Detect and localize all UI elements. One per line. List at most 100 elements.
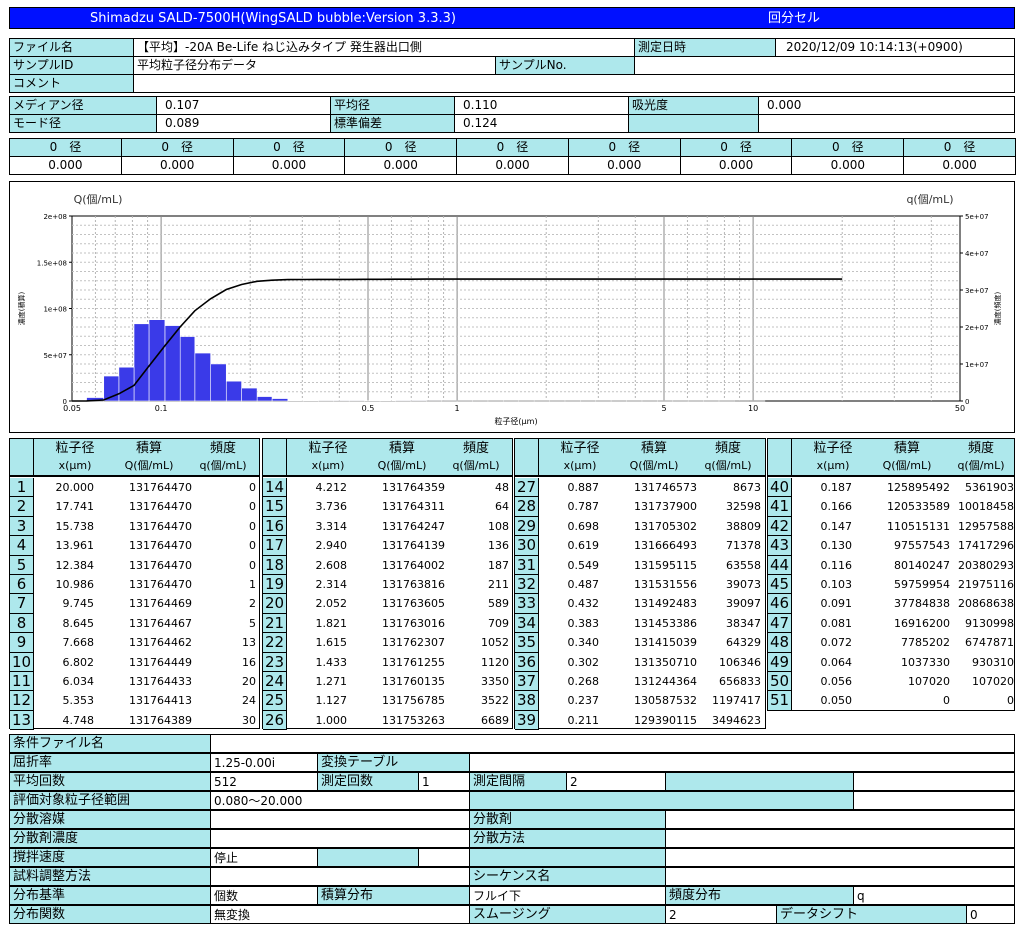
- cell-size: 4.748: [62, 713, 95, 727]
- cell-frequency: 71378: [726, 539, 761, 553]
- cell-frequency: 0: [249, 500, 256, 514]
- row-index: 4: [10, 536, 34, 556]
- blank-value: [758, 114, 1015, 133]
- row-index: 51: [768, 691, 792, 711]
- frequency-bar: [241, 387, 258, 402]
- table-header: 粒子径 積算 頻度 x(μm) Q(個/mL) q(個/mL): [515, 439, 765, 477]
- row-index: 47: [768, 613, 792, 634]
- diameter-value: 0.000: [344, 156, 458, 175]
- cell-frequency: 1052: [481, 636, 509, 650]
- diameter-value: 0.000: [679, 156, 793, 175]
- disp-label: 分散剤: [469, 810, 666, 829]
- sample-adj-value: [210, 867, 470, 886]
- left-tick-label: 2e+08: [43, 213, 67, 221]
- seq-label: シーケンス名: [469, 867, 666, 886]
- cell-size: 6.034: [62, 675, 95, 688]
- table-header: 粒子径 積算 頻度 x(μm) Q(個/mL) q(個/mL): [768, 439, 1014, 477]
- diameter-value: 0.000: [232, 156, 346, 175]
- diameter-header: 0 径: [679, 138, 793, 157]
- row-index: 35: [515, 633, 539, 653]
- diameter-value: 0.000: [9, 156, 122, 175]
- row-index: 33: [515, 594, 539, 614]
- cell-cumulative: 131761255: [382, 655, 445, 669]
- cell-size: 0.787: [567, 500, 600, 514]
- cell-size: 0.211: [567, 713, 600, 727]
- cell-cumulative: 131764139: [382, 539, 445, 553]
- date-value: 2020/12/09 10:14:13(+0900): [775, 38, 1015, 57]
- row-index: 11: [10, 672, 34, 692]
- column-heading: 積算: [640, 441, 667, 456]
- cell-size: 0.050: [820, 694, 853, 708]
- column-heading: 積算: [388, 441, 415, 456]
- cell-size: 0.130: [820, 539, 853, 553]
- cell-size: 0.887: [567, 481, 600, 494]
- column-unit: x(μm): [58, 459, 92, 472]
- cell-size: 3.314: [315, 519, 348, 533]
- column-heading: 頻度: [714, 441, 741, 456]
- cell-cumulative: 131764449: [129, 655, 192, 669]
- row-index: 36: [515, 652, 539, 672]
- sample-id-value: 平均粒子径分布データ: [133, 56, 496, 75]
- refr-label: 屈折率: [9, 753, 211, 772]
- diameter-header: 0 径: [791, 138, 905, 157]
- range-blank-value: [853, 791, 1015, 810]
- right-tick-label: 2e+07: [965, 324, 989, 332]
- frequency-bar: [210, 363, 227, 402]
- file-value: 【平均】-20A Be-Life ねじ込みタイプ 発生器出口側: [133, 38, 635, 57]
- cell-size: 0.302: [567, 655, 600, 669]
- range-value: 0.080～20.000: [210, 791, 470, 810]
- cell-size: 0.056: [820, 675, 853, 688]
- column-unit: Q(個/mL): [124, 459, 174, 472]
- cell-size: 4.212: [315, 481, 348, 494]
- cond-file-value: [210, 734, 1015, 753]
- blank-label: [628, 114, 759, 133]
- row-index: 42: [768, 516, 792, 537]
- median-value: 0.107: [156, 96, 331, 115]
- cell-size: 20.000: [55, 481, 95, 494]
- mean-value: 0.110: [454, 96, 629, 115]
- x-tick-label: 1: [455, 404, 460, 413]
- row-index: 34: [515, 613, 539, 634]
- row-index: 41: [768, 497, 792, 517]
- frequency-bar: [148, 319, 166, 402]
- cell-size: 17.741: [55, 500, 95, 514]
- cell-frequency: 10018458: [958, 500, 1014, 514]
- cell-cumulative: 107020: [908, 675, 950, 688]
- sample-no-value: [634, 56, 1015, 75]
- cell-size: 12.384: [55, 558, 95, 572]
- row-index: 43: [768, 536, 792, 556]
- row-index: 38: [515, 691, 539, 711]
- row-index: 2: [10, 497, 34, 517]
- cell-cumulative: 97557543: [894, 539, 950, 553]
- cell-size: 0.432: [567, 597, 600, 611]
- column-unit: x(μm): [563, 459, 597, 472]
- right-tick-label: 5e+07: [965, 213, 989, 221]
- diameter-value: 0.000: [567, 156, 681, 175]
- cell-frequency: 0: [249, 519, 256, 533]
- column-unit: q(個/mL): [704, 459, 752, 472]
- cell-size: 3.736: [315, 500, 348, 514]
- meas-count-value: 1: [418, 772, 470, 791]
- cell-cumulative: 131763016: [382, 616, 445, 630]
- cell-frequency: 39073: [726, 578, 761, 591]
- cell-frequency: 20380293: [958, 558, 1014, 572]
- cell-size: 0.166: [820, 500, 853, 514]
- row-index: 31: [515, 555, 539, 575]
- column-heading: 粒子径: [55, 441, 95, 456]
- cell-frequency: 12957588: [958, 519, 1014, 533]
- cell-cumulative: 131666493: [634, 539, 697, 553]
- sample-id-label: サンプルID: [9, 56, 134, 75]
- chart-svg: 0.05 0.1 0.5 1 5 10 5005e+071e+081.5e+082e+080…: [17, 193, 1002, 426]
- row-index: 8: [10, 613, 34, 634]
- cell-frequency: 13: [242, 636, 256, 650]
- std-label: 標準偏差: [330, 114, 455, 133]
- avg-count-value: 512: [210, 772, 318, 791]
- cell-size: 0.103: [820, 578, 853, 591]
- cell-cumulative: 131764433: [129, 675, 192, 688]
- cell-frequency: 38347: [726, 616, 761, 630]
- method-label: 分散方法: [469, 829, 666, 848]
- cell-cumulative: 59759954: [894, 578, 950, 591]
- left-tick-label: 0: [63, 398, 67, 406]
- row-index: 14: [263, 478, 287, 498]
- cell-frequency: 3522: [481, 694, 509, 708]
